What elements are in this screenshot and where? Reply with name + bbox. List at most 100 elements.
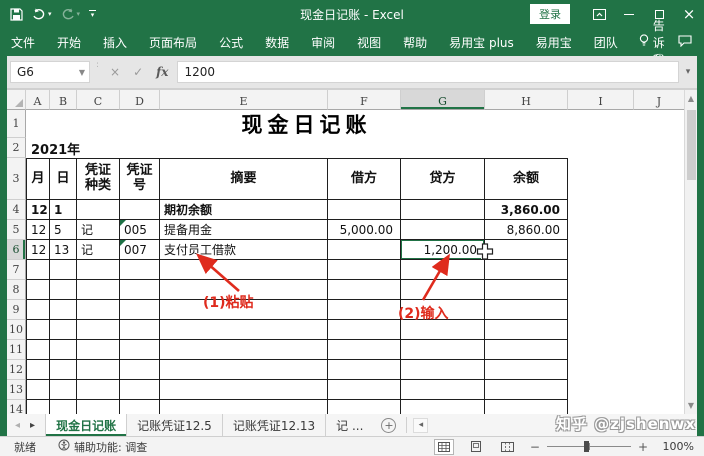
- normal-view-icon[interactable]: [434, 439, 454, 455]
- cell[interactable]: [485, 280, 568, 300]
- cell[interactable]: [160, 400, 328, 414]
- row-header-1[interactable]: 1: [7, 110, 26, 138]
- ribbon-tab-formulas[interactable]: 公式: [208, 28, 254, 56]
- cell-h5[interactable]: 8,860.00: [485, 220, 568, 240]
- year-cell[interactable]: 2021年: [26, 138, 587, 158]
- sheet-tab-cash-journal[interactable]: 现金日记账: [45, 414, 127, 436]
- row-header-6-selected[interactable]: 6: [7, 240, 26, 260]
- cell[interactable]: [120, 380, 160, 400]
- scroll-down-icon[interactable]: ▼: [685, 397, 697, 414]
- column-header-i[interactable]: I: [568, 90, 634, 110]
- row-header-11[interactable]: 11: [7, 340, 26, 360]
- hscroll-left-icon[interactable]: ◂: [413, 418, 428, 433]
- cell[interactable]: [568, 300, 634, 320]
- cell-c4[interactable]: [77, 200, 120, 220]
- cell[interactable]: [160, 380, 328, 400]
- cell-e5[interactable]: 提备用金: [160, 220, 328, 240]
- cell[interactable]: [328, 360, 401, 380]
- cell[interactable]: [77, 380, 120, 400]
- row-header-14[interactable]: 14: [7, 400, 26, 414]
- cell[interactable]: [568, 400, 634, 414]
- cell[interactable]: [26, 260, 50, 280]
- cell[interactable]: [50, 380, 77, 400]
- cell-f4[interactable]: [328, 200, 401, 220]
- cell[interactable]: [634, 300, 684, 320]
- cell[interactable]: [634, 260, 684, 280]
- zoom-in-icon[interactable]: +: [638, 440, 648, 454]
- cell-g5[interactable]: [401, 220, 485, 240]
- cell-h6[interactable]: [485, 240, 568, 260]
- cell[interactable]: [120, 400, 160, 414]
- ribbon-tab-data[interactable]: 数据: [254, 28, 300, 56]
- ribbon-tab-insert[interactable]: 插入: [92, 28, 138, 56]
- sheet-tab-voucher-12-5[interactable]: 记账凭证12.5: [127, 414, 223, 436]
- cell[interactable]: [485, 360, 568, 380]
- column-header-c[interactable]: C: [77, 90, 120, 110]
- name-box[interactable]: G6 ▼: [10, 61, 90, 83]
- signin-button[interactable]: 登录: [530, 4, 570, 24]
- ribbon-tab-file[interactable]: 文件: [0, 28, 46, 56]
- scroll-up-icon[interactable]: ▲: [685, 90, 697, 107]
- cell-g4[interactable]: [401, 200, 485, 220]
- accessibility-status[interactable]: 辅助功能: 调查: [74, 439, 147, 455]
- cell[interactable]: [26, 300, 50, 320]
- cell-a4[interactable]: 12: [26, 200, 50, 220]
- close-button[interactable]: ×: [674, 0, 704, 28]
- cell[interactable]: [401, 340, 485, 360]
- cell[interactable]: [568, 320, 634, 340]
- column-header-d[interactable]: D: [120, 90, 160, 110]
- ribbon-tab-home[interactable]: 开始: [46, 28, 92, 56]
- expand-formula-bar-icon[interactable]: ▾: [679, 67, 697, 77]
- vertical-scrollbar-thumb[interactable]: [687, 110, 696, 180]
- cell[interactable]: [50, 340, 77, 360]
- sheet-tab-truncated[interactable]: 记 ...: [326, 414, 373, 436]
- column-header-f[interactable]: F: [328, 90, 401, 110]
- cancel-entry-icon[interactable]: ×: [110, 65, 120, 79]
- sheet-title-cell[interactable]: 现金日记账: [26, 110, 587, 138]
- header-cell-month[interactable]: 月: [26, 158, 50, 200]
- ribbon-tab-view[interactable]: 视图: [346, 28, 392, 56]
- ribbon-tab-team[interactable]: 团队: [583, 28, 629, 56]
- formula-input[interactable]: 1200: [177, 61, 679, 83]
- cell[interactable]: [653, 110, 684, 138]
- cell[interactable]: [485, 260, 568, 280]
- cell-c5[interactable]: 记: [77, 220, 120, 240]
- cell[interactable]: [568, 220, 634, 240]
- page-layout-view-icon[interactable]: [466, 439, 486, 455]
- header-cell-debit[interactable]: 借方: [328, 158, 401, 200]
- cell[interactable]: [26, 280, 50, 300]
- header-cell-day[interactable]: 日: [50, 158, 77, 200]
- cell[interactable]: [77, 320, 120, 340]
- zoom-slider[interactable]: [547, 441, 631, 452]
- cell-a5[interactable]: 12: [26, 220, 50, 240]
- feedback-icon[interactable]: [678, 35, 692, 50]
- row-header-7[interactable]: 7: [7, 260, 26, 280]
- cell-c6[interactable]: 记: [77, 240, 120, 260]
- header-cell-credit[interactable]: 贷方: [401, 158, 485, 200]
- insert-function-icon[interactable]: fx: [156, 65, 168, 79]
- cell-d6[interactable]: 007: [120, 240, 160, 260]
- cell[interactable]: [50, 300, 77, 320]
- cell[interactable]: [485, 320, 568, 340]
- new-sheet-button[interactable]: +: [381, 418, 396, 433]
- cell[interactable]: [120, 260, 160, 280]
- cell[interactable]: [328, 380, 401, 400]
- cell[interactable]: [160, 320, 328, 340]
- row-header-13[interactable]: 13: [7, 380, 26, 400]
- cell[interactable]: [568, 340, 634, 360]
- vertical-scrollbar[interactable]: ▲ ▼: [684, 90, 697, 414]
- cell[interactable]: [328, 280, 401, 300]
- cell[interactable]: [26, 360, 50, 380]
- row-header-2[interactable]: 2: [7, 138, 26, 158]
- cell[interactable]: [160, 260, 328, 280]
- row-header-4[interactable]: 4: [7, 200, 26, 220]
- cell[interactable]: [401, 400, 485, 414]
- cell[interactable]: [587, 138, 653, 158]
- row-header-5[interactable]: 5: [7, 220, 26, 240]
- cell[interactable]: [568, 200, 634, 220]
- cell[interactable]: [77, 300, 120, 320]
- cell[interactable]: [160, 340, 328, 360]
- zoom-level[interactable]: 100%: [660, 440, 694, 453]
- cell[interactable]: [634, 220, 684, 240]
- cell-h4[interactable]: 3,860.00: [485, 200, 568, 220]
